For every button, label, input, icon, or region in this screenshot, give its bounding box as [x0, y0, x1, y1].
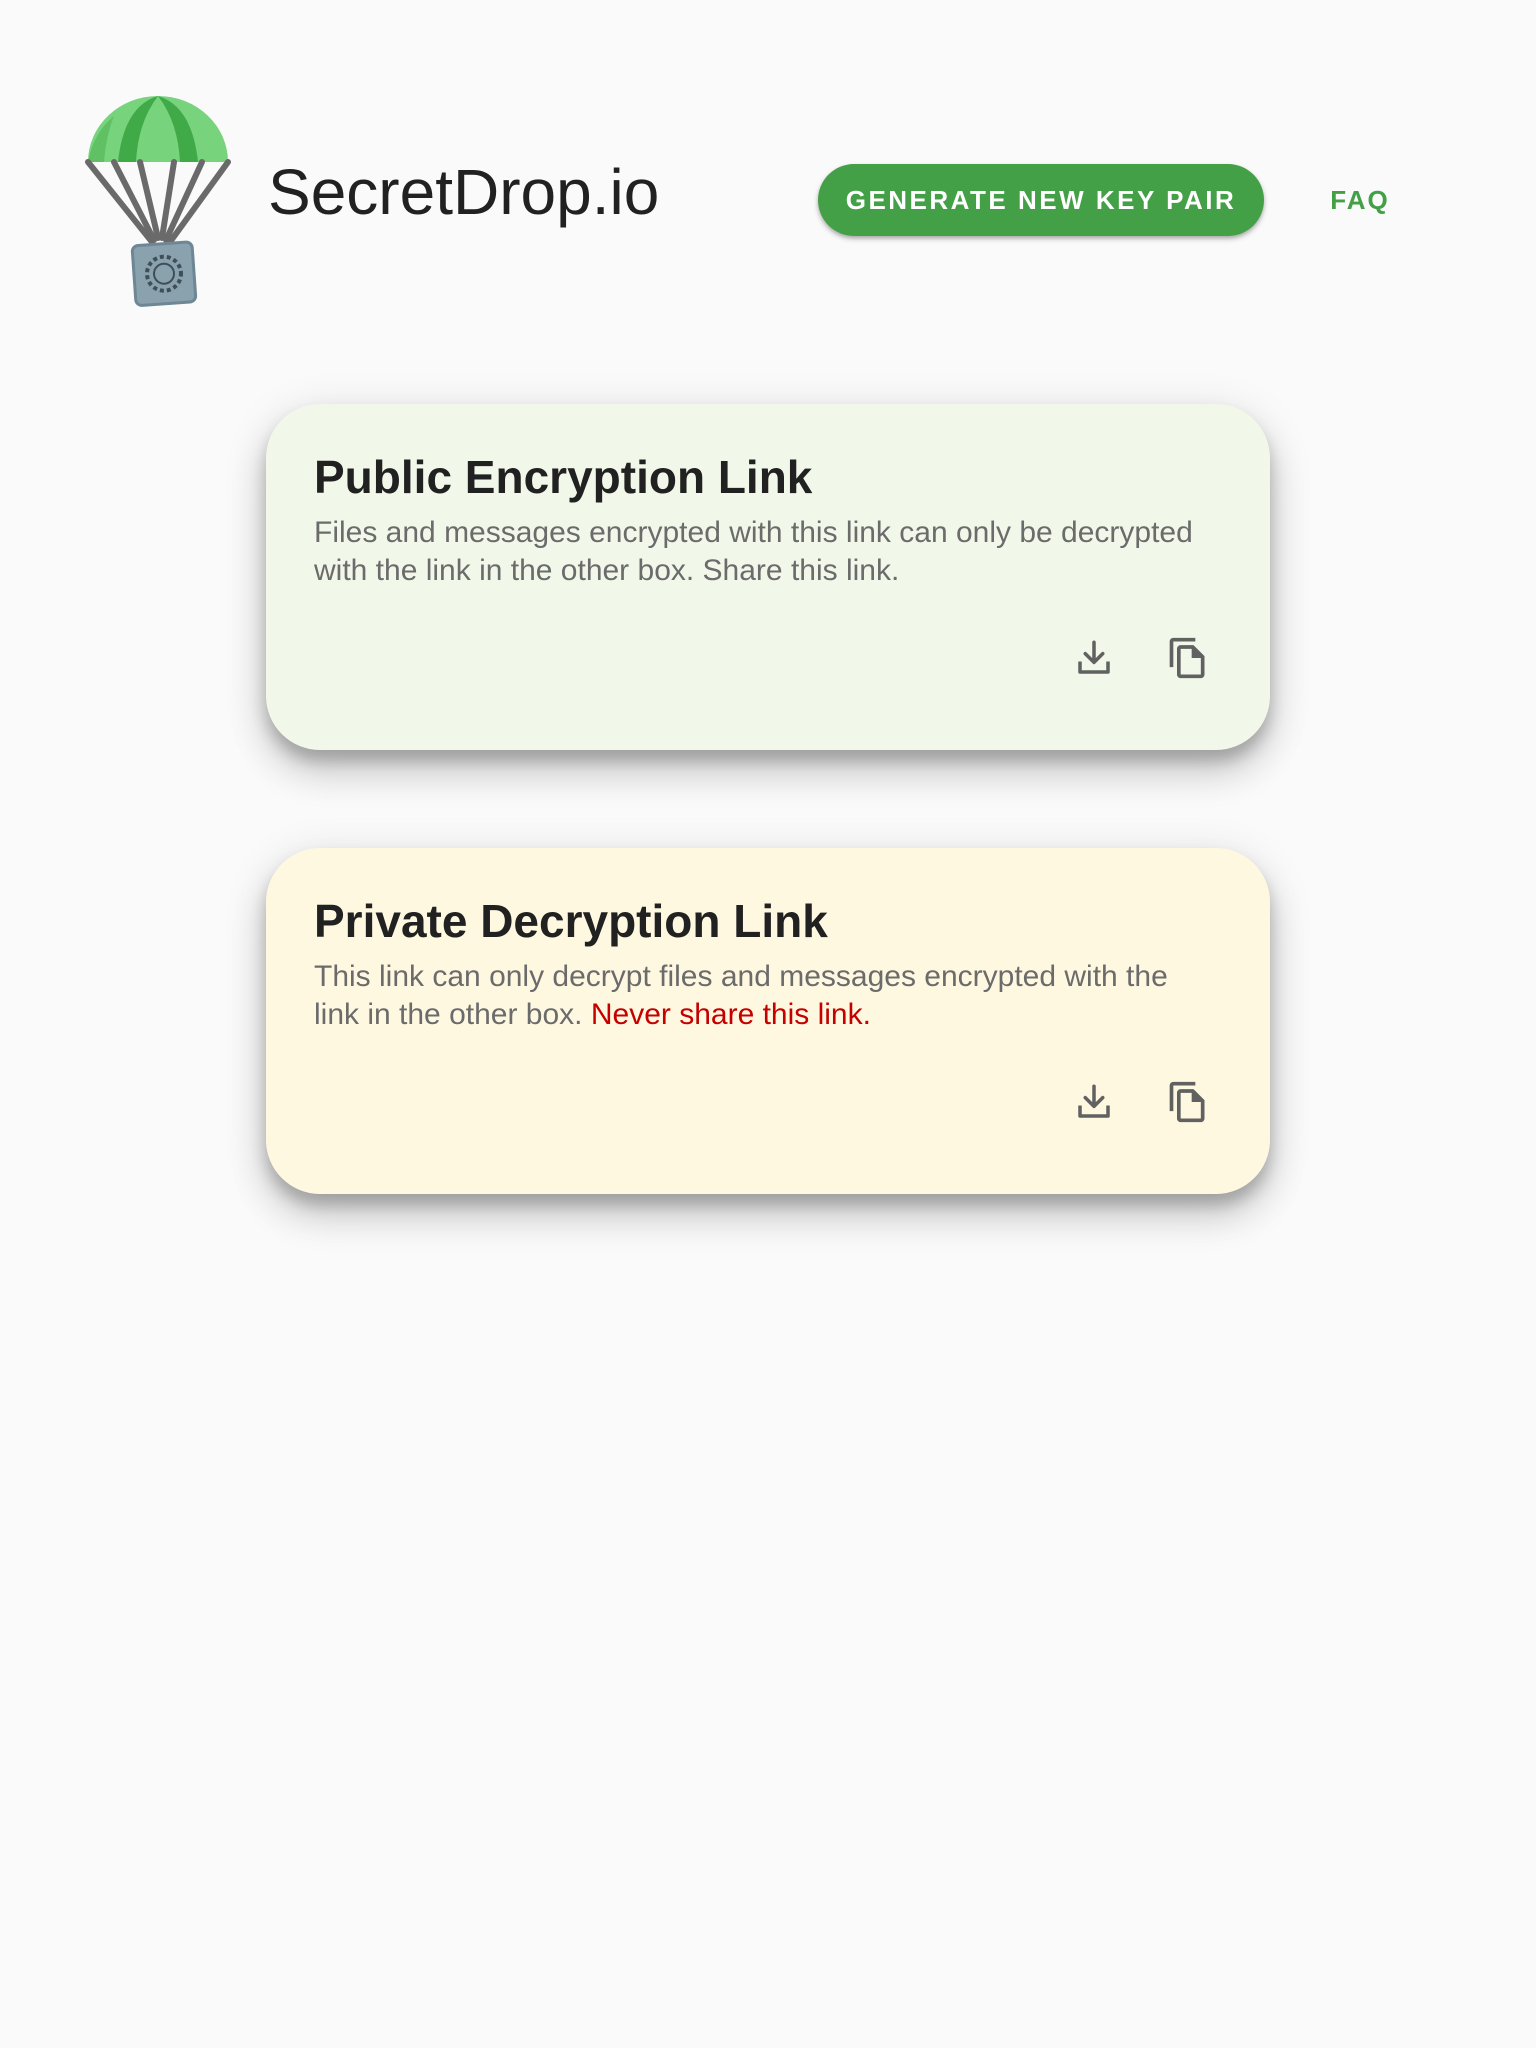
- card-title: Private Decryption Link: [314, 895, 828, 947]
- generate-key-pair-button[interactable]: GENERATE NEW KEY PAIR: [818, 164, 1264, 236]
- card-description: Files and messages encrypted with this l…: [314, 516, 1193, 587]
- public-encryption-card: Public Encryption Link Files and message…: [266, 404, 1270, 750]
- copy-button[interactable]: [1158, 628, 1218, 688]
- download-button[interactable]: [1064, 628, 1124, 688]
- card-description: This link can only decrypt files and mes…: [314, 958, 1194, 1034]
- private-decryption-card: Private Decryption Link This link can on…: [266, 848, 1270, 1194]
- download-icon: [1073, 1081, 1115, 1123]
- copy-button[interactable]: [1158, 1072, 1218, 1132]
- download-icon: [1073, 637, 1115, 679]
- copy-icon: [1166, 1079, 1210, 1125]
- faq-link[interactable]: FAQ: [1316, 164, 1404, 236]
- card-title: Public Encryption Link: [314, 451, 813, 503]
- app-header: SecretDrop.io GENERATE NEW KEY PAIR FAQ: [0, 0, 1536, 320]
- warning-text: Never share this link.: [590, 998, 871, 1031]
- site-title: SecretDrop.io: [268, 156, 660, 228]
- parachute-logo-icon: [84, 92, 232, 312]
- download-button[interactable]: [1064, 1072, 1124, 1132]
- copy-icon: [1166, 635, 1210, 681]
